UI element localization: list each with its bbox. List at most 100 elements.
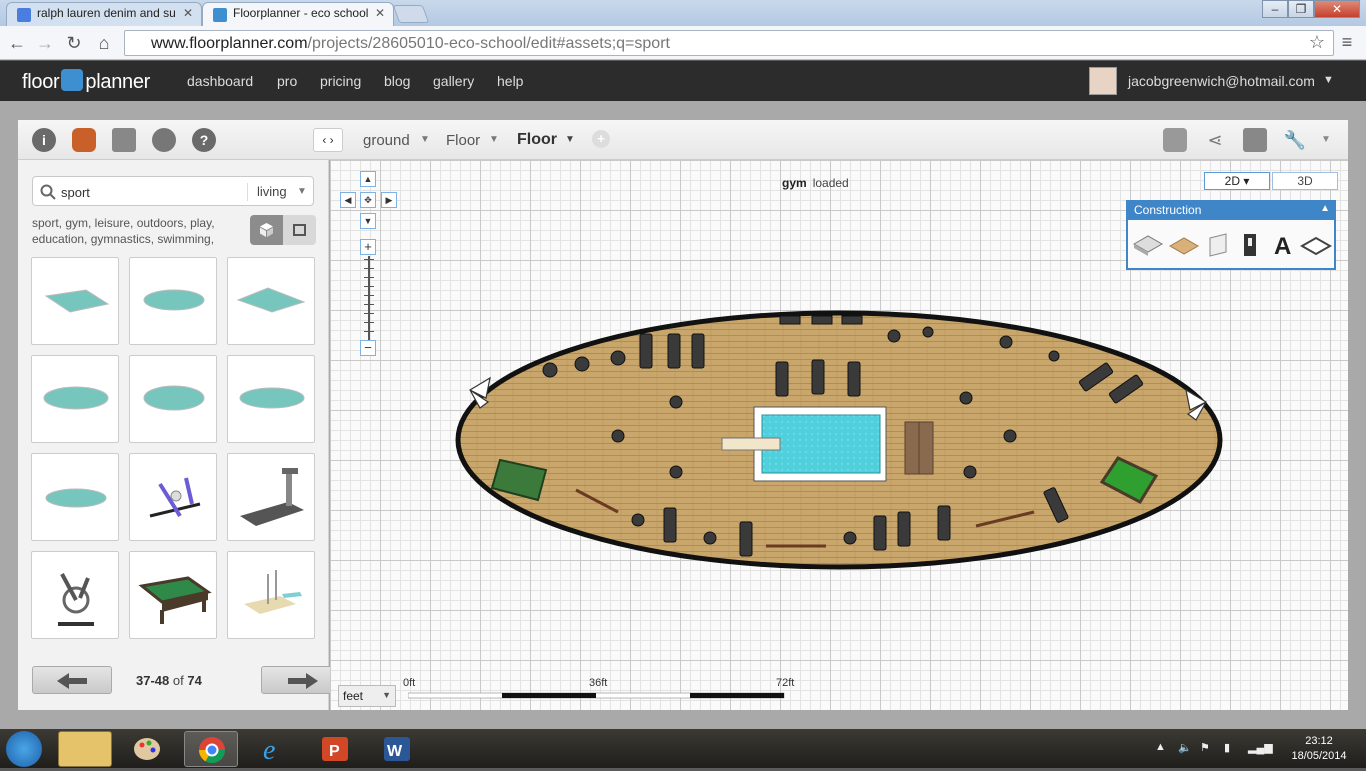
battery-icon[interactable]: ▮ <box>1224 741 1230 754</box>
system-clock[interactable]: 23:12 18/05/2014 <box>1286 734 1352 764</box>
user-menu-caret-icon[interactable]: ▼ <box>1323 74 1334 86</box>
zoom-out-icon[interactable]: − <box>360 340 376 356</box>
user-email[interactable]: jacobgreenwich@hotmail.com <box>1128 73 1315 89</box>
close-window-button[interactable]: ✕ <box>1314 0 1360 18</box>
asset-thumb-pool-6[interactable] <box>227 355 315 443</box>
home-icon[interactable]: ⌂ <box>93 32 115 54</box>
pool-icon <box>239 387 305 409</box>
mode-3d-button[interactable]: 3D <box>1272 172 1338 190</box>
asset-thumb-pool-2[interactable] <box>129 257 217 345</box>
maximize-button[interactable]: ❐ <box>1288 0 1314 18</box>
word-app-icon[interactable]: W <box>370 731 424 767</box>
active-floor-dropdown-icon[interactable]: ▼ <box>565 134 575 145</box>
user-avatar[interactable] <box>1089 67 1117 95</box>
back-icon[interactable]: ← <box>6 32 28 54</box>
new-tab-button[interactable] <box>392 5 430 23</box>
pan-right-icon[interactable]: ▶ <box>381 192 397 208</box>
print-icon[interactable] <box>1243 128 1267 152</box>
nav-help[interactable]: help <box>497 73 523 89</box>
paint-app-icon[interactable] <box>120 731 174 767</box>
furniture-icon[interactable] <box>72 128 96 152</box>
unit-select[interactable]: feet ▼ <box>338 685 396 707</box>
text-tool-icon[interactable]: A <box>1268 230 1300 258</box>
asset-thumb-pool-3[interactable] <box>227 257 315 345</box>
asset-thumb-pool-1[interactable] <box>31 257 119 345</box>
nav-blog[interactable]: blog <box>384 73 410 89</box>
internet-explorer-app-icon[interactable]: e <box>246 731 300 767</box>
view-2d-button[interactable] <box>283 215 316 245</box>
asset-thumb-pool-4[interactable] <box>31 355 119 443</box>
asset-thumb-cross-trainer[interactable] <box>129 453 217 541</box>
wall-tool-icon[interactable] <box>1204 230 1236 258</box>
category-select[interactable]: living <box>257 184 287 199</box>
level-dropdown-icon[interactable]: ▼ <box>420 134 430 145</box>
share-icon[interactable]: ⋖ <box>1203 128 1227 152</box>
room-tool-icon[interactable] <box>1132 230 1164 258</box>
pan-center-icon[interactable]: ✥ <box>360 192 376 208</box>
search-tags[interactable]: sport, gym, leisure, outdoors, play, edu… <box>32 215 242 247</box>
start-button[interactable] <box>6 731 42 767</box>
floorplan-canvas[interactable]: ▲ ◀ ✥ ▶ ▼ + − gym loaded 2D ▾ 3D Construc… <box>330 160 1348 710</box>
category-dropdown-icon[interactable]: ▼ <box>297 186 307 197</box>
action-center-flag-icon[interactable]: ⚑ <box>1200 741 1210 754</box>
level-selector[interactable]: ground <box>363 132 410 149</box>
pictures-icon[interactable] <box>112 128 136 152</box>
nav-pro[interactable]: pro <box>277 73 297 89</box>
reload-icon[interactable]: ↻ <box>63 32 85 54</box>
nav-dashboard[interactable]: dashboard <box>187 73 253 89</box>
url-input[interactable]: www.floorplanner.com/projects/28605010-e… <box>124 30 1334 56</box>
powerpoint-app-icon[interactable]: P <box>308 731 362 767</box>
floorplanner-logo[interactable]: floor planner <box>22 69 150 94</box>
asset-thumb-treadmill[interactable] <box>227 453 315 541</box>
settings-gear-icon[interactable] <box>152 128 176 152</box>
close-tab-icon[interactable]: ✕ <box>375 6 385 20</box>
nav-pricing[interactable]: pricing <box>320 73 361 89</box>
chrome-app-icon[interactable] <box>184 731 238 767</box>
pan-down-icon[interactable]: ▼ <box>360 213 376 229</box>
floor-dropdown-icon[interactable]: ▼ <box>489 134 499 145</box>
floor-selector[interactable]: Floor <box>446 132 480 149</box>
volume-icon[interactable]: 🔈 <box>1178 741 1192 754</box>
next-page-button[interactable] <box>261 666 341 694</box>
floor-tool-icon[interactable] <box>1168 230 1200 258</box>
explorer-app-icon[interactable] <box>58 731 112 767</box>
asset-thumb-pool-7[interactable] <box>31 453 119 541</box>
menu-icon[interactable]: ≡ <box>1336 31 1358 53</box>
pan-up-icon[interactable]: ▲ <box>360 171 376 187</box>
network-signal-icon[interactable]: ▂▄▆ <box>1248 741 1273 754</box>
browser-tab-google[interactable]: ralph lauren denim and su ✕ <box>6 2 202 26</box>
forward-icon[interactable]: → <box>34 32 56 54</box>
asset-search-box[interactable]: sport living ▼ <box>32 176 314 206</box>
asset-thumb-pool-ladder[interactable] <box>227 551 315 639</box>
minimize-button[interactable]: – <box>1262 0 1288 18</box>
tools-dropdown-icon[interactable]: ▼ <box>1321 134 1331 145</box>
browser-tab-floorplanner[interactable]: Floorplanner - eco school ✕ <box>202 2 394 26</box>
floorplan-drawing[interactable] <box>450 300 1230 570</box>
export-icon[interactable] <box>1163 128 1187 152</box>
door-tool-icon[interactable] <box>1236 230 1268 258</box>
close-tab-icon[interactable]: ✕ <box>183 6 193 20</box>
mode-2d-button[interactable]: 2D ▾ <box>1204 172 1270 190</box>
unit-dropdown-icon[interactable]: ▼ <box>382 690 391 700</box>
show-hidden-icons-icon[interactable]: ▲ <box>1155 741 1166 753</box>
bookmark-star-icon[interactable]: ☆ <box>1306 31 1328 53</box>
collapse-panel-icon[interactable]: ▲ <box>1320 203 1330 214</box>
zoom-in-icon[interactable]: + <box>360 239 376 255</box>
nav-gallery[interactable]: gallery <box>433 73 474 89</box>
svg-text:P: P <box>329 743 340 760</box>
asset-thumb-pool-table[interactable] <box>129 551 217 639</box>
previous-page-button[interactable] <box>32 666 112 694</box>
asset-thumb-exercise-bike[interactable] <box>31 551 119 639</box>
view-3d-button[interactable] <box>250 215 283 245</box>
asset-thumb-pool-5[interactable] <box>129 355 217 443</box>
add-floor-icon[interactable]: + <box>592 130 610 148</box>
search-input[interactable]: sport <box>61 185 90 200</box>
surface-tool-icon[interactable] <box>1300 230 1332 258</box>
collapse-panel-button[interactable]: ‹ › <box>313 128 343 152</box>
active-floor-selector[interactable]: Floor <box>517 131 557 149</box>
wrench-icon[interactable]: 🔧 <box>1283 128 1307 152</box>
zoom-slider[interactable] <box>364 256 374 346</box>
info-icon[interactable]: i <box>32 128 56 152</box>
pan-left-icon[interactable]: ◀ <box>340 192 356 208</box>
help-icon[interactable]: ? <box>192 128 216 152</box>
